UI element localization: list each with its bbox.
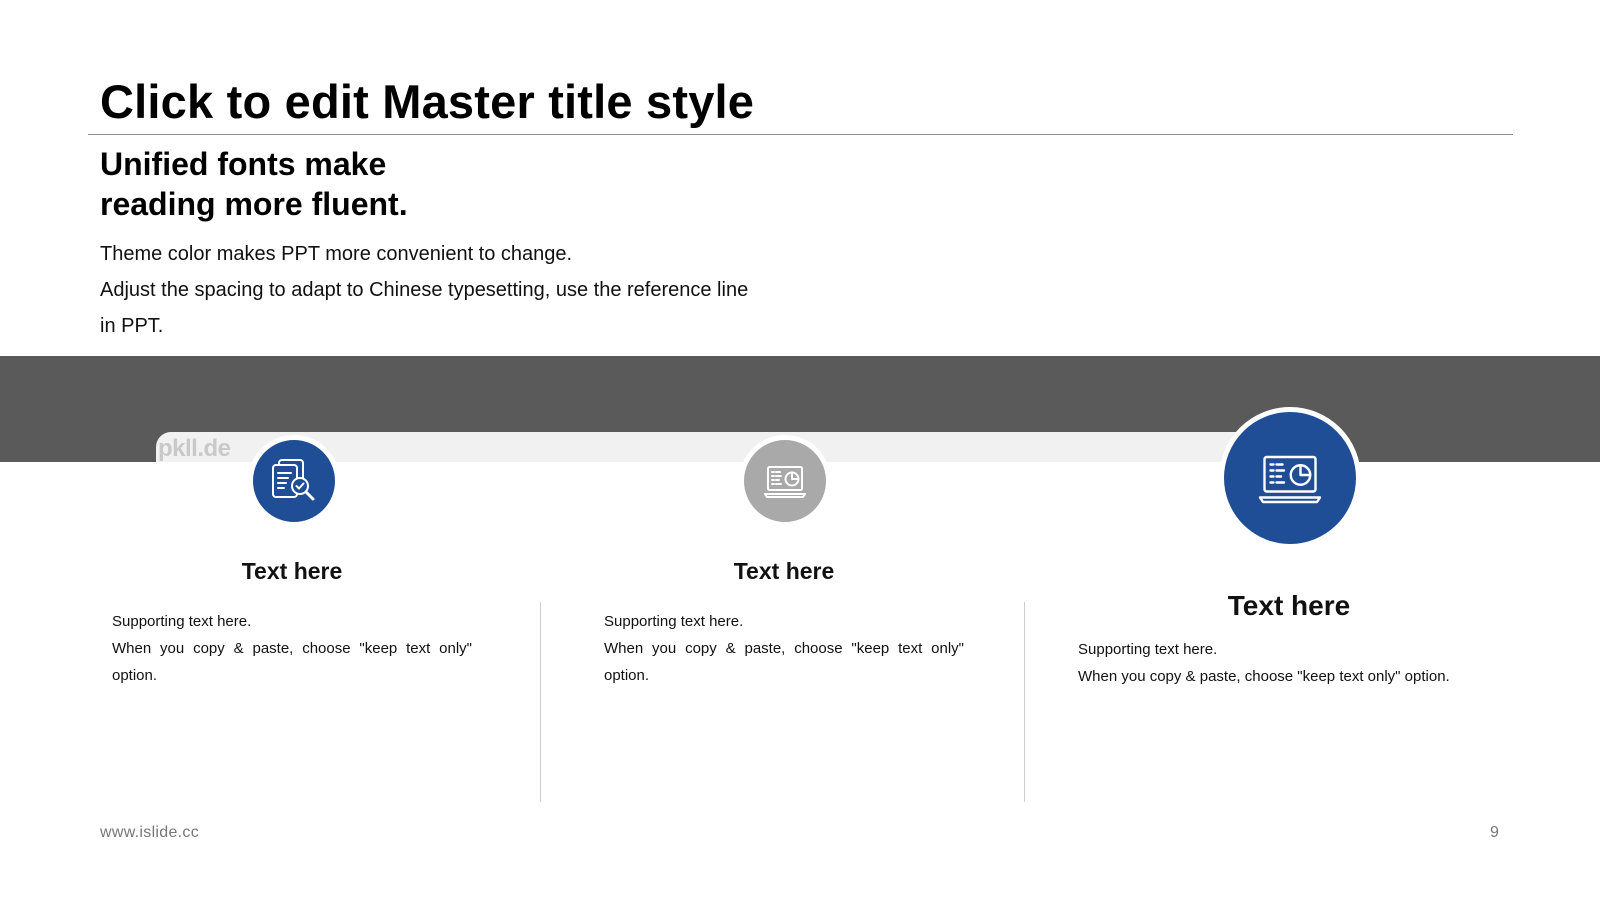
page-number: 9 xyxy=(1490,824,1499,841)
column-divider xyxy=(540,602,541,802)
slide-body-text: Theme color makes PPT more convenient to… xyxy=(100,236,800,344)
slide-subtitle: Unified fonts make reading more fluent. xyxy=(100,144,408,224)
subtitle-line: reading more fluent. xyxy=(100,186,408,222)
card-3-text: Supporting text here. When you copy & pa… xyxy=(1078,636,1508,690)
body-line: in PPT. xyxy=(100,315,164,337)
card-2-text: Supporting text here. When you copy & pa… xyxy=(604,608,964,689)
card-text-line: Supporting text here. xyxy=(604,613,744,630)
watermark-logo: pkll.de xyxy=(158,435,231,462)
card-text-line: When you copy & paste, choose "keep text… xyxy=(112,640,472,684)
card-text-line: Supporting text here. xyxy=(1078,641,1218,658)
card-1-text: Supporting text here. When you copy & pa… xyxy=(112,608,472,689)
card-3-title: Text here xyxy=(1227,590,1351,621)
card-1-icon-circle[interactable] xyxy=(248,435,340,527)
body-line: Adjust the spacing to adapt to Chinese t… xyxy=(100,279,749,301)
card-text-line: When you copy & paste, choose "keep text… xyxy=(604,640,964,684)
card-2-title: Text here xyxy=(733,558,835,584)
subtitle-line: Unified fonts make xyxy=(100,146,387,182)
card-1-title: Text here xyxy=(241,558,343,584)
column-divider xyxy=(1024,602,1025,802)
title-divider xyxy=(88,134,1513,135)
body-line: Theme color makes PPT more convenient to… xyxy=(100,243,573,265)
slide-title: Click to edit Master title style xyxy=(100,75,755,128)
footer-url: www.islide.cc xyxy=(100,824,200,841)
laptop-chart-icon xyxy=(1258,455,1322,504)
card-3-icon-circle[interactable] xyxy=(1219,407,1361,549)
laptop-chart-icon xyxy=(764,466,806,498)
card-text-line: Supporting text here. xyxy=(112,613,252,630)
card-2-icon-circle[interactable] xyxy=(739,435,831,527)
card-text-line: When you copy & paste, choose "keep text… xyxy=(1078,668,1450,685)
document-search-icon xyxy=(272,459,315,501)
